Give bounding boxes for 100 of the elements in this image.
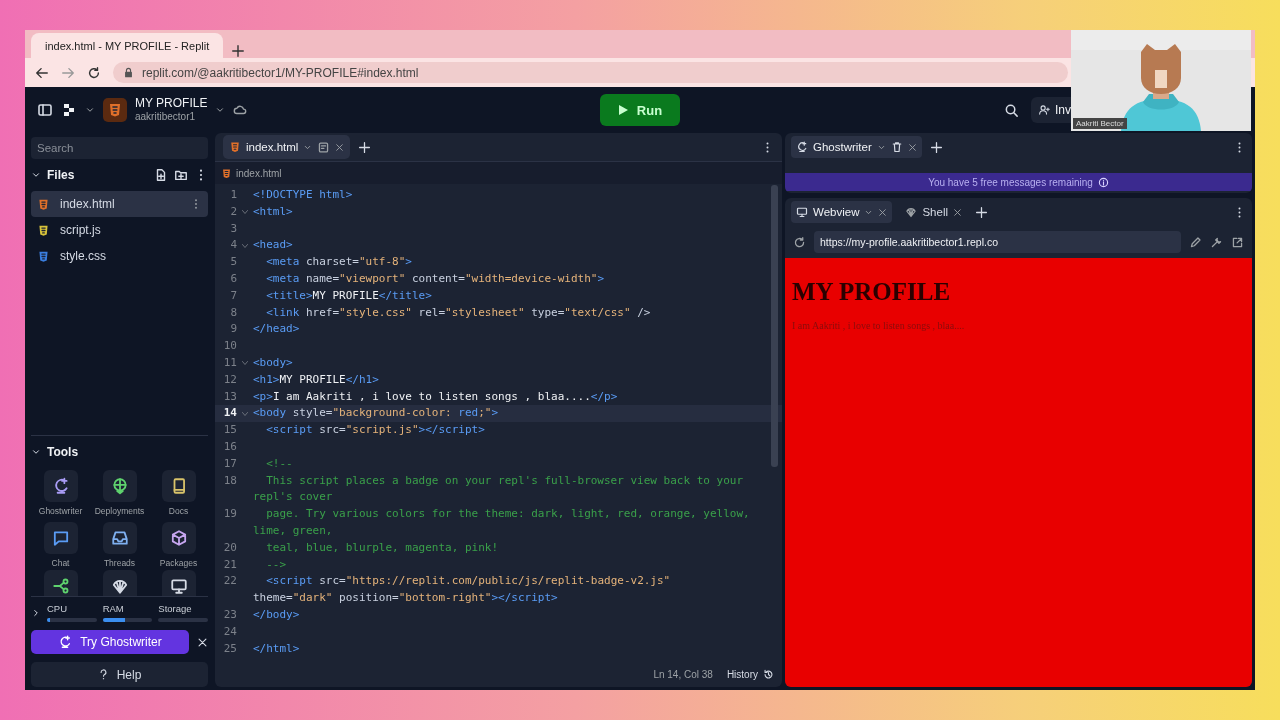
tool-button[interactable] — [43, 470, 78, 502]
add-tab-icon[interactable] — [975, 205, 989, 219]
usage-meter — [102, 618, 153, 622]
file-item[interactable]: style.css — [31, 243, 208, 269]
external-link-icon[interactable] — [1231, 235, 1244, 249]
url-field[interactable]: https://my-profile.aakritibector1.repl.co — [814, 231, 1181, 253]
run-button[interactable]: Run — [600, 94, 680, 126]
chevron-down-icon[interactable] — [215, 105, 226, 115]
shell-icon — [110, 577, 129, 595]
search-icon[interactable] — [1004, 102, 1019, 118]
repl-name[interactable]: MY PROFILE — [135, 97, 208, 112]
tool-label: Ghostwriter — [38, 506, 83, 516]
participant-name: Aakriti Bector — [1073, 118, 1127, 129]
tool-button[interactable] — [102, 522, 137, 554]
line-number: 16 — [222, 438, 237, 455]
code-line: <meta charset="utf-8"> — [265, 254, 412, 271]
new-tab-icon[interactable] — [231, 44, 245, 58]
branch-icon — [51, 577, 70, 595]
tool-button[interactable] — [102, 470, 137, 502]
inbox-icon — [110, 529, 129, 547]
panel-tab[interactable]: Ghostwriter — [791, 136, 922, 158]
line-number: 21 — [222, 556, 237, 573]
breadcrumb[interactable]: index.html — [236, 167, 282, 179]
close-icon[interactable] — [953, 207, 963, 217]
address-bar[interactable]: replit.com/@aakritibector1/MY-PROFILE#index.html — [113, 62, 1068, 83]
line-number: 4 — [229, 237, 237, 254]
search-field[interactable]: Search — [31, 137, 208, 159]
invite-button[interactable]: Inv — [1031, 97, 1071, 123]
line-number: 11 — [222, 354, 237, 371]
shell-icon — [905, 206, 918, 218]
code-line: <p>I am Aakriti , i love to listen songs , blaa....</p> — [253, 388, 618, 405]
replit-logo-icon[interactable] — [61, 102, 77, 118]
tool-button[interactable] — [102, 570, 137, 596]
new-folder-icon[interactable] — [174, 168, 188, 182]
wrench-icon[interactable] — [1210, 235, 1223, 249]
code-line: theme="dark" position="bottom-right"></script> — [253, 590, 559, 607]
try-ghostwriter-button[interactable]: Try Ghostwriter — [31, 630, 189, 654]
line-number: 20 — [222, 539, 237, 556]
tool-button[interactable] — [161, 470, 196, 502]
info-icon[interactable] — [1097, 176, 1109, 188]
tool-button[interactable] — [43, 522, 78, 554]
tool-button[interactable] — [161, 570, 196, 596]
usage-meter — [47, 618, 97, 622]
reload-icon[interactable] — [793, 235, 806, 249]
add-person-icon — [1039, 103, 1050, 117]
panel-tab[interactable]: Webview — [791, 201, 893, 223]
line-number: 17 — [222, 455, 237, 472]
code-line: </head> — [253, 321, 300, 338]
line-number: 6 — [229, 271, 237, 287]
panel-tab[interactable]: Shell — [900, 201, 968, 223]
tool-button[interactable] — [43, 570, 78, 596]
help-button[interactable]: Help — [31, 662, 208, 687]
js-file-icon — [37, 223, 50, 237]
add-tab-icon[interactable] — [358, 140, 372, 154]
lock-icon — [123, 67, 134, 78]
pencil-icon[interactable] — [1189, 235, 1202, 249]
fold-chevron-icon[interactable] — [241, 208, 249, 217]
sidebar-toggle-icon[interactable] — [37, 102, 53, 118]
chevron-down-icon[interactable] — [31, 170, 41, 180]
code-line: <body style="background-color: red;"> — [253, 405, 499, 422]
resource-label: Storage — [158, 603, 193, 614]
code-line: lime, green, — [253, 522, 334, 539]
editor-tab[interactable]: index.html — [223, 135, 351, 159]
new-file-icon[interactable] — [154, 168, 168, 182]
tool-label: Packages — [159, 558, 198, 568]
line-number: 19 — [222, 506, 237, 523]
file-item[interactable]: script.js — [31, 217, 208, 243]
fold-chevron-icon[interactable] — [241, 241, 249, 250]
file-item[interactable]: index.html — [31, 191, 208, 217]
chevron-down-icon[interactable] — [31, 447, 41, 457]
chevron-down-icon[interactable] — [85, 105, 95, 115]
code-line: <!-- — [265, 455, 293, 472]
scrollbar[interactable] — [771, 185, 778, 467]
close-icon[interactable] — [197, 636, 208, 648]
section-title[interactable]: Tools — [47, 445, 79, 459]
code-line: <html> — [253, 203, 293, 220]
code-line: <script src="script.js"></script> — [265, 422, 485, 439]
code-line: <head> — [253, 237, 293, 254]
line-number: 5 — [229, 254, 237, 271]
section-title[interactable]: Files — [47, 168, 75, 182]
code-line: <!DOCTYPE html> — [253, 187, 353, 203]
tool-button[interactable] — [161, 522, 196, 554]
history-button[interactable]: History — [726, 668, 774, 680]
line-number: 18 — [222, 472, 237, 489]
add-tab-icon[interactable] — [929, 140, 943, 154]
line-number: 8 — [229, 304, 237, 321]
line-number: 25 — [222, 640, 237, 657]
banner-text: You have 5 free messages remaining — [928, 176, 1093, 188]
reload-icon[interactable] — [87, 65, 101, 80]
sparkle-person-icon — [796, 141, 808, 153]
code-line: </html> — [253, 640, 300, 657]
browser-tab[interactable]: index.html - MY PROFILE - Replit — [31, 33, 223, 58]
document-icon[interactable] — [317, 140, 331, 154]
chevron-right-icon[interactable] — [31, 607, 41, 618]
line-number: 15 — [222, 422, 237, 439]
line-number: 24 — [222, 623, 237, 640]
fold-chevron-icon[interactable] — [241, 359, 249, 368]
trash-icon[interactable] — [890, 141, 903, 153]
back-arrow-icon[interactable] — [35, 65, 49, 80]
line-number: 14 — [222, 405, 237, 422]
